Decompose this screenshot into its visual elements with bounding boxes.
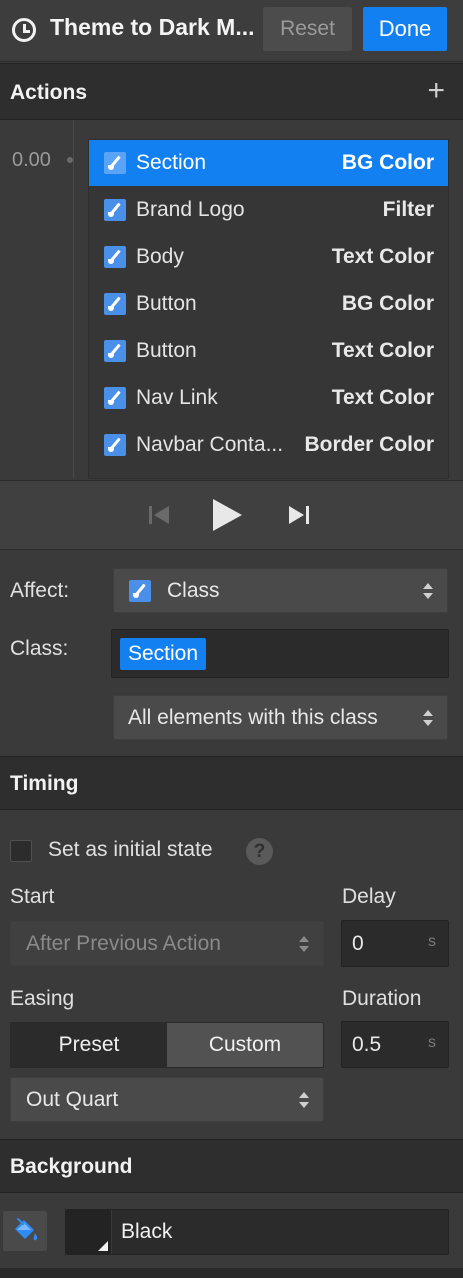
color-name: Black	[121, 1220, 173, 1243]
initial-state-label: Set as initial state	[48, 838, 213, 861]
action-row[interactable]: Nav Link Text Color	[89, 375, 448, 421]
scope-value: All elements with this class	[128, 705, 378, 729]
bottom-edge	[0, 1268, 463, 1278]
skip-back-icon[interactable]	[147, 503, 171, 527]
action-target: Brand Logo	[136, 198, 245, 221]
paintbrush-icon	[104, 199, 126, 221]
paintbrush-icon	[104, 434, 126, 456]
background-section-header: Background	[0, 1139, 463, 1193]
actions-heading: Actions	[10, 81, 88, 104]
easing-mode-toggle: Preset Custom	[10, 1022, 324, 1068]
done-button[interactable]: Done	[363, 7, 447, 51]
action-property: Filter	[382, 198, 434, 221]
timing-section-header: Timing	[0, 756, 463, 810]
select-arrows-icon	[299, 935, 309, 952]
delay-label: Delay	[342, 885, 396, 908]
action-target: Button	[136, 339, 197, 362]
paint-bucket-icon	[15, 1217, 38, 1241]
interaction-title: Theme to Dark M...	[50, 14, 255, 40]
class-chip[interactable]: Section	[120, 638, 207, 670]
paintbrush-icon	[104, 387, 126, 409]
action-property: BG Color	[341, 151, 434, 174]
action-property: Text Color	[331, 386, 434, 409]
time-marker-dot	[67, 157, 73, 163]
delay-unit: s	[428, 933, 436, 950]
action-target: Section	[136, 151, 207, 174]
action-property: BG Color	[341, 292, 434, 315]
delay-input[interactable]: 0 s	[341, 920, 449, 967]
action-row[interactable]: Body Text Color	[89, 234, 448, 280]
start-label: Start	[10, 885, 55, 908]
action-target: Navbar Conta...	[136, 433, 284, 456]
action-property: Text Color	[331, 245, 434, 268]
color-swatch[interactable]	[66, 1210, 112, 1254]
duration-label: Duration	[342, 987, 422, 1010]
easing-label: Easing	[10, 987, 75, 1010]
initial-state-checkbox[interactable]	[10, 840, 32, 862]
color-field[interactable]: Black	[65, 1209, 449, 1255]
help-icon[interactable]: ?	[246, 838, 273, 865]
class-label: Class:	[10, 637, 69, 660]
reset-button[interactable]: Reset	[263, 7, 352, 51]
duration-value: 0.5	[352, 1033, 382, 1056]
timing-heading: Timing	[10, 772, 79, 795]
action-target: Button	[136, 292, 197, 315]
select-arrows-icon	[423, 709, 433, 726]
paintbrush-icon	[129, 579, 151, 602]
plus-icon[interactable]: +	[427, 76, 445, 106]
affect-select[interactable]: Class	[113, 568, 448, 613]
action-target: Nav Link	[136, 386, 218, 409]
custom-tab[interactable]: Custom	[167, 1023, 323, 1067]
play-icon[interactable]	[210, 497, 244, 533]
paintbrush-icon	[104, 152, 126, 174]
class-selector-field[interactable]: Section	[111, 629, 449, 678]
background-heading: Background	[10, 1155, 133, 1178]
start-value: After Previous Action	[26, 931, 221, 955]
start-select[interactable]: After Previous Action	[10, 921, 324, 966]
time-marker: 0.00	[12, 149, 51, 171]
easing-value: Out Quart	[26, 1087, 119, 1111]
select-arrows-icon	[423, 582, 433, 599]
timeline-line	[73, 120, 74, 478]
duration-input[interactable]: 0.5 s	[341, 1021, 449, 1068]
action-row[interactable]: Button Text Color	[89, 328, 448, 374]
select-arrows-icon	[299, 1091, 309, 1108]
action-row[interactable]: Brand Logo Filter	[89, 187, 448, 233]
action-property: Text Color	[331, 339, 434, 362]
paintbrush-icon	[104, 246, 126, 268]
action-target: Body	[136, 245, 184, 268]
action-row[interactable]: Button BG Color	[89, 281, 448, 327]
preset-tab[interactable]: Preset	[11, 1023, 167, 1067]
actions-section-header: Actions +	[0, 63, 463, 120]
scope-select[interactable]: All elements with this class	[113, 695, 448, 740]
action-property: Border Color	[304, 433, 434, 456]
clock-icon	[12, 18, 36, 42]
delay-value: 0	[352, 932, 364, 955]
affect-value: Class	[167, 578, 220, 602]
affect-label: Affect:	[10, 579, 70, 602]
action-row[interactable]: Section BG Color	[89, 140, 448, 186]
action-list: Section BG Color Brand Logo Filter Body …	[88, 139, 449, 479]
paint-bucket-button[interactable]	[3, 1211, 47, 1251]
paintbrush-icon	[104, 293, 126, 315]
skip-forward-icon[interactable]	[287, 503, 311, 527]
easing-select[interactable]: Out Quart	[10, 1077, 324, 1122]
duration-unit: s	[428, 1034, 436, 1051]
action-row[interactable]: Navbar Conta... Border Color	[89, 422, 448, 468]
paintbrush-icon	[104, 340, 126, 362]
